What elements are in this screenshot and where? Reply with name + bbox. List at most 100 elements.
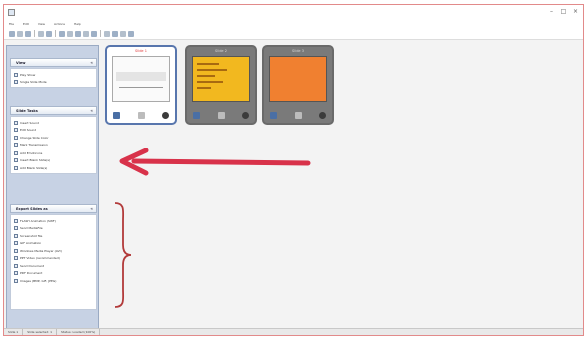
menu-help[interactable]: Help: [74, 21, 81, 28]
record-icon[interactable]: [112, 30, 118, 37]
task-label: Send Document: [20, 263, 45, 268]
slide-label: Slide 2: [215, 49, 227, 53]
task-label: PPT Video (recommended): [20, 256, 60, 261]
export-avi[interactable]: Windows Media Player (AVI): [14, 247, 96, 255]
edit-sound-icon: [14, 128, 18, 133]
app-window: – □ × File Edit View Actions Help View «…: [3, 4, 584, 336]
task-play-show[interactable]: Play Show: [14, 71, 96, 79]
preview-text-line: [197, 63, 219, 65]
slide-thumbnail-1[interactable]: Slide 1: [105, 45, 177, 125]
preview-line: [119, 87, 163, 88]
task-label: Send MediaFile: [20, 226, 43, 231]
task-sidebar: View « Play Show Single Slide Mode Slide…: [6, 45, 99, 331]
gif-icon: [14, 241, 18, 246]
menu-edit[interactable]: Edit: [23, 21, 29, 28]
slide-thumbnail-3[interactable]: Slide 3: [262, 45, 334, 125]
play-icon[interactable]: [104, 30, 110, 37]
menu-actions[interactable]: Actions: [54, 21, 65, 28]
export-gif[interactable]: GIF Animation: [14, 240, 96, 248]
task-label: Windows Media Player (AVI): [20, 248, 62, 253]
undo-icon[interactable]: [38, 30, 44, 37]
slide-icon: [14, 80, 18, 85]
pdf-icon: [14, 271, 18, 276]
export-flash[interactable]: FLASH Animation (SWF): [14, 217, 96, 225]
menu-view[interactable]: View: [38, 21, 45, 28]
panel-slide-tasks-title: Slide Tasks: [16, 109, 38, 113]
annotation-brace: [114, 202, 132, 308]
preview-text-line: [197, 81, 223, 83]
close-button[interactable]: ×: [572, 8, 579, 15]
slide-properties-icon[interactable]: [193, 112, 200, 119]
menu-file[interactable]: File: [9, 21, 14, 28]
task-insert-sound[interactable]: Insert Sound: [14, 119, 96, 127]
record-icon[interactable]: [242, 112, 249, 119]
task-mark-transmission[interactable]: Mark Transmission: [14, 142, 96, 150]
minimize-button[interactable]: –: [548, 8, 555, 15]
collapse-chevron-icon[interactable]: «: [90, 59, 93, 67]
slide-preview: [192, 56, 250, 102]
open-icon[interactable]: [17, 30, 23, 37]
sound-icon[interactable]: [294, 112, 302, 119]
task-edit-sound[interactable]: Edit Sound: [14, 127, 96, 135]
export-mediafile[interactable]: Send MediaFile: [14, 225, 96, 233]
help-icon[interactable]: [128, 30, 134, 37]
screenshot-icon: [14, 233, 18, 238]
cut-icon[interactable]: [59, 30, 65, 37]
document-icon: [14, 263, 18, 268]
slide-label: Slide 3: [292, 49, 304, 53]
add-slide-icon: [14, 165, 18, 170]
slide-properties-icon[interactable]: [270, 112, 277, 119]
task-label: Add Emoticons: [20, 150, 43, 155]
record-icon[interactable]: [162, 112, 169, 119]
settings-icon[interactable]: [120, 30, 126, 37]
image-icon: [14, 278, 18, 283]
panel-export-title: Export Slides as: [16, 207, 48, 211]
slide-properties-icon[interactable]: [113, 112, 120, 119]
sound-icon[interactable]: [217, 112, 225, 119]
collapse-chevron-icon[interactable]: «: [90, 205, 93, 213]
preview-text-line: [197, 69, 227, 71]
slide-thumbnail-2[interactable]: Slide 2: [185, 45, 257, 125]
new-icon[interactable]: [9, 30, 15, 37]
task-add-emoticons[interactable]: Add Emoticons: [14, 149, 96, 157]
record-icon[interactable]: [319, 112, 326, 119]
task-label: Edit Sound: [20, 128, 37, 133]
status-load: Status: Loaded (100%): [57, 329, 101, 335]
paste-icon[interactable]: [75, 30, 81, 37]
task-insert-blank-slides[interactable]: Insert Blank Slide(s): [14, 157, 96, 165]
export-screenshot[interactable]: Screenshot file: [14, 232, 96, 240]
sound-icon[interactable]: [137, 112, 145, 119]
task-change-slide-color[interactable]: Change Slide Color: [14, 134, 96, 142]
task-label: Single Slide Mode: [20, 80, 47, 85]
toolbar-divider: [34, 30, 35, 37]
task-label: Mark Transmission: [20, 143, 48, 148]
export-images[interactable]: Images (BMP, GIF, JPEG): [14, 277, 96, 285]
task-label: Images (BMP, GIF, JPEG): [20, 278, 57, 283]
panel-export-body: FLASH Animation (SWF) Send MediaFile Scr…: [10, 214, 97, 310]
export-pdf[interactable]: PDF Document: [14, 270, 96, 278]
copy-icon[interactable]: [67, 30, 73, 37]
maximize-button[interactable]: □: [560, 8, 567, 15]
toolbar-divider: [55, 30, 56, 37]
panel-view-title: View: [16, 61, 26, 65]
task-add-blank-slides[interactable]: Add Blank Slide(s): [14, 164, 96, 172]
task-single-slide-mode[interactable]: Single Slide Mode: [14, 79, 96, 87]
redo-icon[interactable]: [46, 30, 52, 37]
preview-text-line: [197, 87, 211, 89]
task-label: GIF Animation: [20, 241, 42, 246]
play-icon: [14, 72, 18, 77]
delete-icon[interactable]: [83, 30, 89, 37]
panel-view-header[interactable]: View «: [10, 58, 97, 67]
slide-label: Slide 1: [135, 49, 147, 53]
panel-export-header[interactable]: Export Slides as «: [10, 204, 97, 213]
status-bar: Slide 1 Slide selected: 1 Status: Loaded…: [4, 328, 583, 335]
task-label: Play Show: [20, 72, 36, 77]
insert-slide-icon[interactable]: [91, 30, 97, 37]
panel-slide-tasks-header[interactable]: Slide Tasks «: [10, 106, 97, 115]
export-ppt-video[interactable]: PPT Video (recommended): [14, 255, 96, 263]
title-bar: – □ ×: [4, 5, 583, 21]
panel-slide-tasks-body: Insert Sound Edit Sound Change Slide Col…: [10, 116, 97, 174]
collapse-chevron-icon[interactable]: «: [90, 107, 93, 115]
export-send-document[interactable]: Send Document: [14, 262, 96, 270]
save-icon[interactable]: [25, 30, 31, 37]
